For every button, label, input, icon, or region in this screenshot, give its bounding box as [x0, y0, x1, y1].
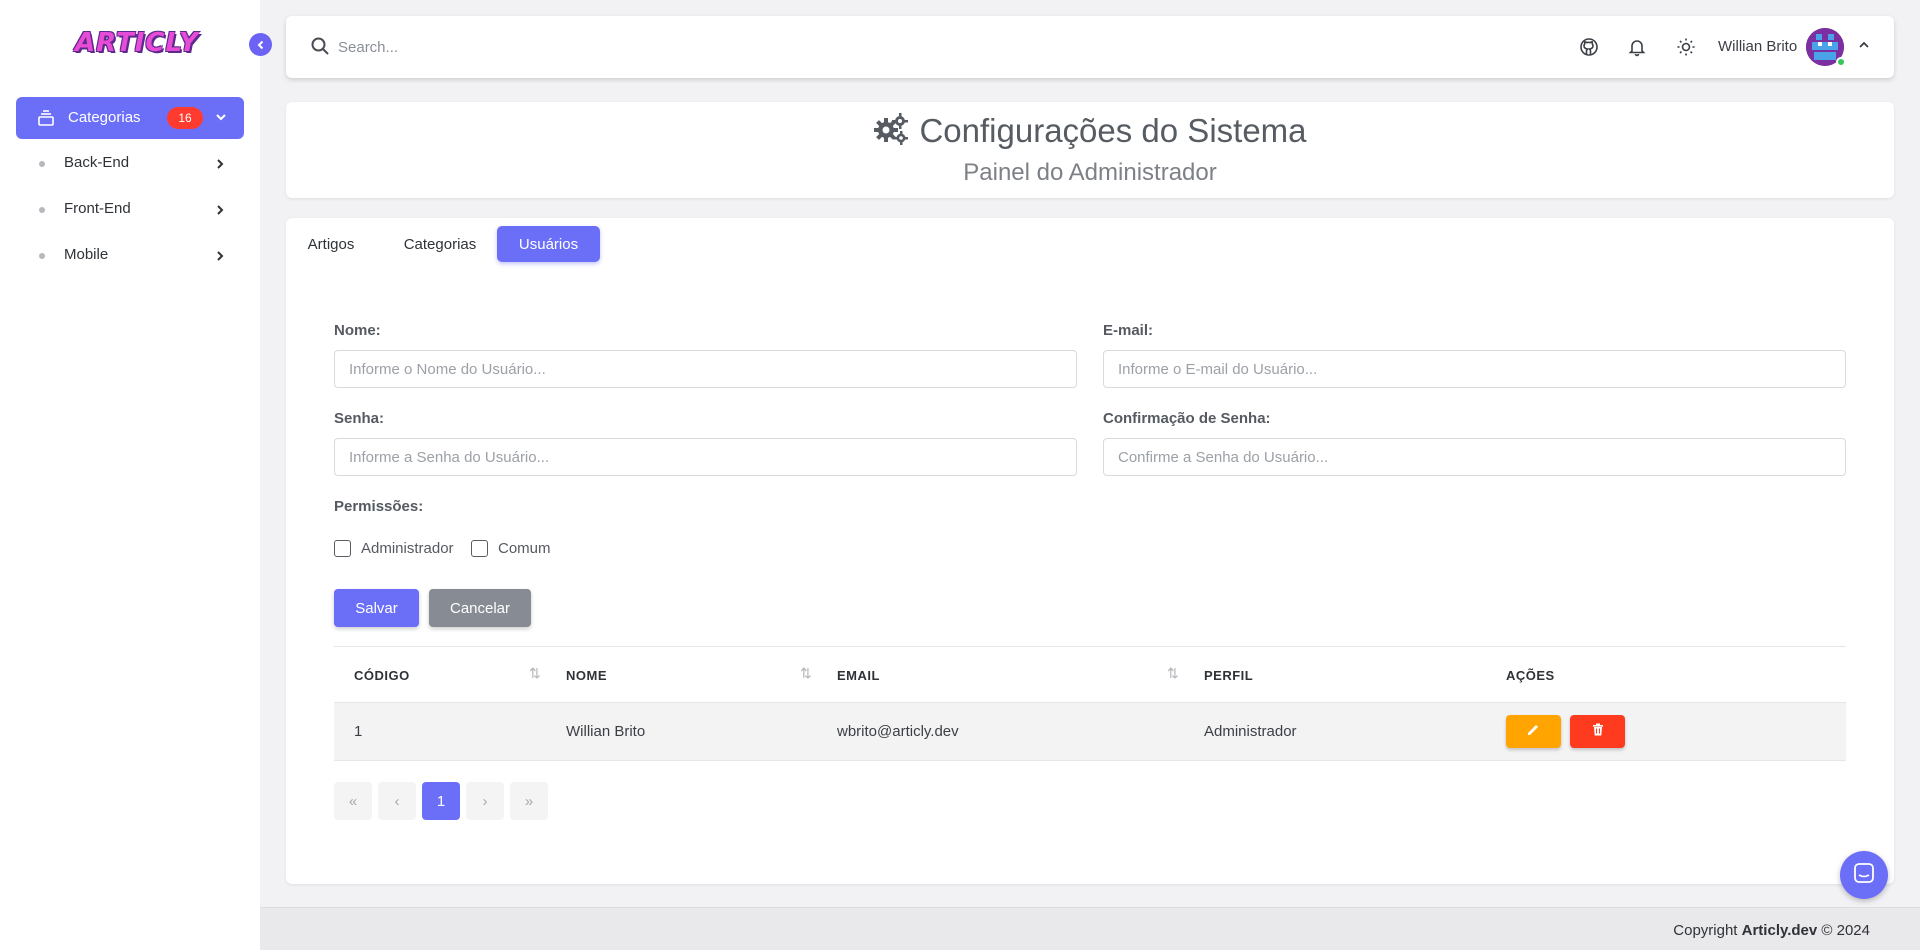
footer: Copyright Articly.dev © 2024 — [260, 907, 1920, 950]
column-header-nome[interactable]: NOME — [566, 668, 607, 683]
cell-code: 1 — [354, 723, 363, 740]
common-checkbox-label: Comum — [498, 540, 551, 557]
github-icon[interactable] — [1579, 37, 1599, 57]
tab-categorias[interactable]: Categorias — [394, 226, 486, 262]
cell-name: Willian Brito — [566, 723, 646, 740]
save-button[interactable]: Salvar — [334, 589, 419, 627]
confirm-password-field[interactable] — [1103, 438, 1846, 476]
name-field[interactable] — [334, 350, 1077, 388]
column-header-perfil: PERFIL — [1204, 668, 1254, 683]
page-subtitle: Painel do Administrador — [963, 159, 1217, 186]
pagination: « ‹ 1 › » — [334, 782, 554, 820]
bullet-icon — [39, 161, 45, 167]
count-badge: 16 — [167, 107, 203, 129]
common-checkbox[interactable]: Comum — [471, 540, 551, 557]
users-table: CÓDIGO ⇅ NOME ⇅ EMAIL ⇅ PERFIL AÇÕES 1 W… — [334, 646, 1846, 761]
page-title: Configurações do Sistema — [919, 112, 1307, 149]
delete-button[interactable] — [1570, 715, 1625, 748]
sort-icon[interactable]: ⇅ — [1167, 665, 1179, 682]
copyright-brand: Articly.dev — [1741, 922, 1818, 939]
trash-icon — [1592, 723, 1604, 740]
column-header-email[interactable]: EMAIL — [837, 668, 880, 683]
checkbox-box[interactable] — [471, 540, 488, 557]
password-field[interactable] — [334, 438, 1077, 476]
admin-checkbox[interactable]: Administrador — [334, 540, 454, 557]
column-header-acoes: AÇÕES — [1506, 668, 1555, 683]
table-row: 1 Willian Brito wbrito@articly.dev Admin… — [334, 703, 1846, 761]
chevron-right-icon — [214, 203, 226, 220]
page-last-button[interactable]: » — [510, 782, 548, 820]
sidebar-item-front-end[interactable]: Front-End — [16, 192, 244, 226]
bullet-icon — [39, 253, 45, 259]
page-prev-button[interactable]: ‹ — [378, 782, 416, 820]
sidebar: ARTICLY Categorias 16 Back-End Front-End — [0, 0, 260, 950]
tab-artigos[interactable]: Artigos — [300, 226, 362, 262]
name-label: Nome: — [334, 322, 381, 339]
page-next-button[interactable]: › — [466, 782, 504, 820]
sidebar-collapse-button[interactable] — [249, 33, 272, 56]
page-current-button[interactable]: 1 — [422, 782, 460, 820]
chat-button[interactable] — [1840, 851, 1888, 899]
online-status-indicator — [1836, 57, 1846, 67]
chevron-down-icon — [214, 110, 228, 128]
chat-icon — [1853, 862, 1875, 888]
admin-checkbox-label: Administrador — [361, 540, 454, 557]
pencil-icon — [1527, 723, 1540, 740]
bell-icon[interactable] — [1627, 37, 1647, 57]
table-header: CÓDIGO ⇅ NOME ⇅ EMAIL ⇅ PERFIL AÇÕES — [334, 646, 1846, 703]
checkbox-box[interactable] — [334, 540, 351, 557]
password-label: Senha: — [334, 410, 385, 427]
email-label: E-mail: — [1103, 322, 1154, 339]
cell-profile: Administrador — [1204, 723, 1297, 740]
page-header: Configurações do Sistema Painel do Admin… — [286, 102, 1894, 198]
sidebar-item-label: Back-End — [64, 154, 130, 171]
sun-icon[interactable] — [1676, 37, 1696, 57]
tab-usuarios[interactable]: Usuários — [497, 226, 600, 262]
confirm-password-label: Confirmação de Senha: — [1103, 410, 1271, 427]
sidebar-item-categorias[interactable]: Categorias 16 — [16, 97, 244, 139]
top-bar: Willian Brito — [286, 16, 1894, 78]
edit-button[interactable] — [1506, 715, 1561, 748]
chevron-up-icon[interactable] — [1858, 38, 1870, 55]
search-icon — [310, 36, 330, 60]
column-header-codigo[interactable]: CÓDIGO — [354, 668, 410, 683]
sidebar-item-mobile[interactable]: Mobile — [16, 238, 244, 272]
copyright-prefix: Copyright — [1673, 922, 1742, 939]
search-input[interactable] — [338, 34, 838, 60]
chevron-right-icon — [214, 249, 226, 266]
sort-icon[interactable]: ⇅ — [800, 665, 812, 682]
permissions-label: Permissões: — [334, 498, 424, 515]
sidebar-item-back-end[interactable]: Back-End — [16, 146, 244, 180]
sidebar-item-label: Mobile — [64, 246, 109, 263]
sort-icon[interactable]: ⇅ — [529, 665, 541, 682]
cell-email: wbrito@articly.dev — [837, 723, 959, 740]
chevron-right-icon — [214, 157, 226, 174]
copyright-text: Copyright Articly.dev © 2024 — [1673, 922, 1870, 939]
app-logo[interactable]: ARTICLY — [75, 28, 198, 64]
cancel-button[interactable]: Cancelar — [429, 589, 531, 627]
layers-icon — [37, 109, 55, 131]
copyright-suffix: © 2024 — [1817, 922, 1870, 939]
sidebar-item-label: Categorias — [68, 109, 141, 126]
sidebar-item-label: Front-End — [64, 200, 131, 217]
page-first-button[interactable]: « — [334, 782, 372, 820]
settings-panel: Artigos Categorias Usuários Nome: E-mail… — [286, 218, 1894, 884]
email-field[interactable] — [1103, 350, 1846, 388]
user-name[interactable]: Willian Brito — [1718, 38, 1797, 55]
gears-icon — [873, 112, 909, 150]
bullet-icon — [39, 207, 45, 213]
